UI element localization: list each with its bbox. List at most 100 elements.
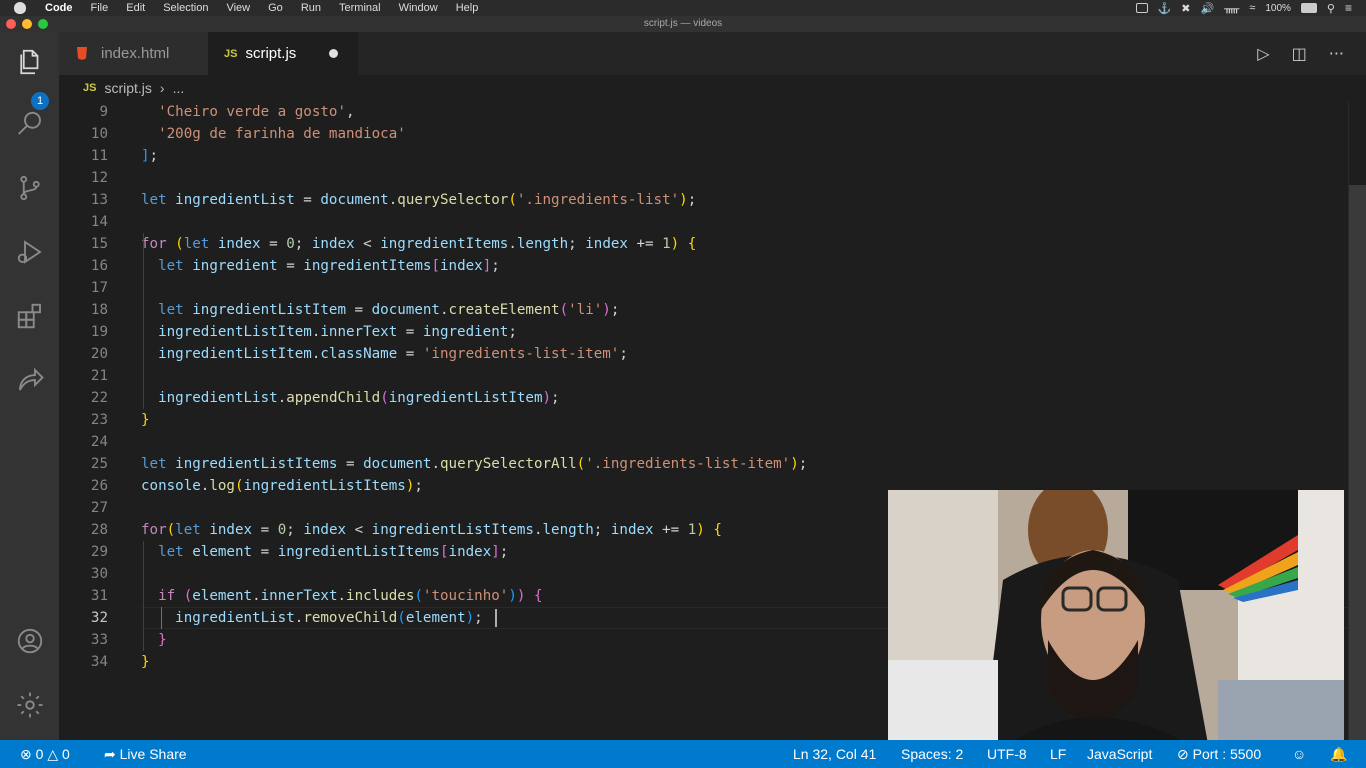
- code-line[interactable]: 9 'Cheiro verde a gosto',: [59, 101, 1348, 123]
- line-number[interactable]: 31: [59, 585, 108, 607]
- code-line[interactable]: 17: [59, 277, 1348, 299]
- code-text[interactable]: if (element.innerText.includes('toucinho…: [141, 585, 542, 607]
- run-debug-icon[interactable]: [12, 234, 48, 270]
- line-number[interactable]: 33: [59, 629, 108, 651]
- line-number[interactable]: 10: [59, 123, 108, 145]
- menu-go[interactable]: Go: [259, 0, 292, 16]
- code-line[interactable]: 14: [59, 211, 1348, 233]
- tab-script-js[interactable]: JS script.js: [208, 32, 358, 75]
- line-ending[interactable]: LF: [1050, 740, 1066, 768]
- line-number[interactable]: 15: [59, 233, 108, 255]
- wifi-icon[interactable]: ≈: [1249, 2, 1255, 14]
- indentation[interactable]: Spaces: 2: [901, 740, 963, 768]
- line-number[interactable]: 16: [59, 255, 108, 277]
- battery-icon[interactable]: [1300, 3, 1317, 13]
- code-text[interactable]: ingredientList.removeChild(element);: [141, 607, 483, 629]
- line-number[interactable]: 20: [59, 343, 108, 365]
- line-number[interactable]: 24: [59, 431, 108, 453]
- encoding[interactable]: UTF-8: [987, 740, 1027, 768]
- code-text[interactable]: let ingredientListItems = document.query…: [141, 453, 807, 475]
- scrollbar-thumb[interactable]: [1349, 185, 1366, 740]
- extensions-icon[interactable]: [12, 298, 48, 334]
- line-number[interactable]: 26: [59, 475, 108, 497]
- line-number[interactable]: 12: [59, 167, 108, 189]
- code-line[interactable]: 25 let ingredientListItems = document.que…: [59, 453, 1348, 475]
- menu-selection[interactable]: Selection: [154, 0, 217, 16]
- code-line[interactable]: 16 let ingredient = ingredientItems[inde…: [59, 255, 1348, 277]
- search-view-icon[interactable]: [12, 106, 48, 142]
- line-number[interactable]: 22: [59, 387, 108, 409]
- code-line[interactable]: 22 ingredientList.appendChild(ingredient…: [59, 387, 1348, 409]
- accounts-icon[interactable]: [12, 623, 48, 659]
- live-server-port[interactable]: ⊘ Port : 5500: [1177, 740, 1261, 768]
- menu-window[interactable]: Window: [390, 0, 447, 16]
- code-text[interactable]: }: [141, 629, 167, 651]
- line-number[interactable]: 25: [59, 453, 108, 475]
- code-line[interactable]: 20 ingredientListItem.className = 'ingre…: [59, 343, 1348, 365]
- minimize-window-button[interactable]: [22, 19, 32, 29]
- split-editor-icon[interactable]: ◫: [1292, 44, 1307, 63]
- code-text[interactable]: console.log(ingredientListItems);: [141, 475, 423, 497]
- line-number[interactable]: 27: [59, 497, 108, 519]
- code-line[interactable]: 15 for (let index = 0; index < ingredient…: [59, 233, 1348, 255]
- line-number[interactable]: 13: [59, 189, 108, 211]
- line-number[interactable]: 29: [59, 541, 108, 563]
- menu-code[interactable]: Code: [36, 0, 82, 16]
- docker-icon[interactable]: ⚓: [1158, 2, 1172, 15]
- run-file-icon[interactable]: ▷: [1257, 44, 1269, 63]
- menu-icon[interactable]: ≡: [1345, 1, 1352, 15]
- code-text[interactable]: for(let index = 0; index < ingredientLis…: [141, 519, 722, 541]
- search-icon[interactable]: ⚲: [1327, 2, 1335, 15]
- code-line[interactable]: 13 let ingredientList = document.querySel…: [59, 189, 1348, 211]
- problems-indicator[interactable]: ⊗ 0 △ 0: [20, 740, 70, 768]
- menu-run[interactable]: Run: [292, 0, 330, 16]
- line-number[interactable]: 19: [59, 321, 108, 343]
- apple-logo-icon[interactable]: [14, 2, 26, 14]
- notifications-bell-icon[interactable]: 🔔: [1330, 740, 1347, 768]
- code-text[interactable]: ];: [141, 145, 158, 167]
- tab-index-html[interactable]: index.html: [59, 32, 208, 75]
- explorer-icon[interactable]: [12, 44, 48, 80]
- code-text[interactable]: ingredientListItem.className = 'ingredie…: [141, 343, 628, 365]
- cursor-position[interactable]: Ln 32, Col 41: [793, 740, 876, 768]
- breadcrumb-file[interactable]: script.js: [104, 80, 151, 96]
- code-text[interactable]: let element = ingredientListItems[index]…: [141, 541, 508, 563]
- line-number[interactable]: 18: [59, 299, 108, 321]
- breadcrumb-rest[interactable]: ...: [173, 80, 185, 96]
- code-text[interactable]: '200g de farinha de mandioca': [141, 123, 406, 145]
- bluetooth-icon[interactable]: ᚅ: [1224, 2, 1239, 15]
- unsaved-dot-icon[interactable]: [329, 49, 338, 58]
- code-text[interactable]: ingredientList.appendChild(ingredientLis…: [141, 387, 560, 409]
- menu-file[interactable]: File: [82, 0, 118, 16]
- code-text[interactable]: }: [141, 651, 150, 673]
- line-number[interactable]: 21: [59, 365, 108, 387]
- line-number[interactable]: 14: [59, 211, 108, 233]
- code-line[interactable]: 24: [59, 431, 1348, 453]
- code-line[interactable]: 21: [59, 365, 1348, 387]
- line-number[interactable]: 34: [59, 651, 108, 673]
- live-share-button[interactable]: ➦ Live Share: [104, 740, 187, 768]
- menu-terminal[interactable]: Terminal: [330, 0, 390, 16]
- code-text[interactable]: }: [141, 409, 150, 431]
- language-mode[interactable]: JavaScript: [1087, 740, 1152, 768]
- code-line[interactable]: 23}: [59, 409, 1348, 431]
- code-text[interactable]: 'Cheiro verde a gosto',: [141, 101, 354, 123]
- source-control-icon[interactable]: [12, 170, 48, 206]
- more-actions-icon[interactable]: ···: [1329, 44, 1344, 63]
- app-icon[interactable]: ✖: [1181, 2, 1190, 15]
- screen-record-icon[interactable]: [1135, 3, 1148, 13]
- line-number[interactable]: 28: [59, 519, 108, 541]
- menu-view[interactable]: View: [217, 0, 259, 16]
- feedback-icon[interactable]: ☺: [1292, 740, 1306, 768]
- live-share-icon[interactable]: [12, 362, 48, 398]
- line-number[interactable]: 32: [59, 607, 108, 629]
- code-line[interactable]: 19 ingredientListItem.innerText = ingred…: [59, 321, 1348, 343]
- code-text[interactable]: let ingredientListItem = document.create…: [141, 299, 619, 321]
- code-text[interactable]: let ingredientList = document.querySelec…: [141, 189, 696, 211]
- code-text[interactable]: let ingredient = ingredientItems[index];: [141, 255, 500, 277]
- code-line[interactable]: 11];: [59, 145, 1348, 167]
- menu-help[interactable]: Help: [447, 0, 488, 16]
- menu-edit[interactable]: Edit: [117, 0, 154, 16]
- line-number[interactable]: 11: [59, 145, 108, 167]
- close-window-button[interactable]: [6, 19, 16, 29]
